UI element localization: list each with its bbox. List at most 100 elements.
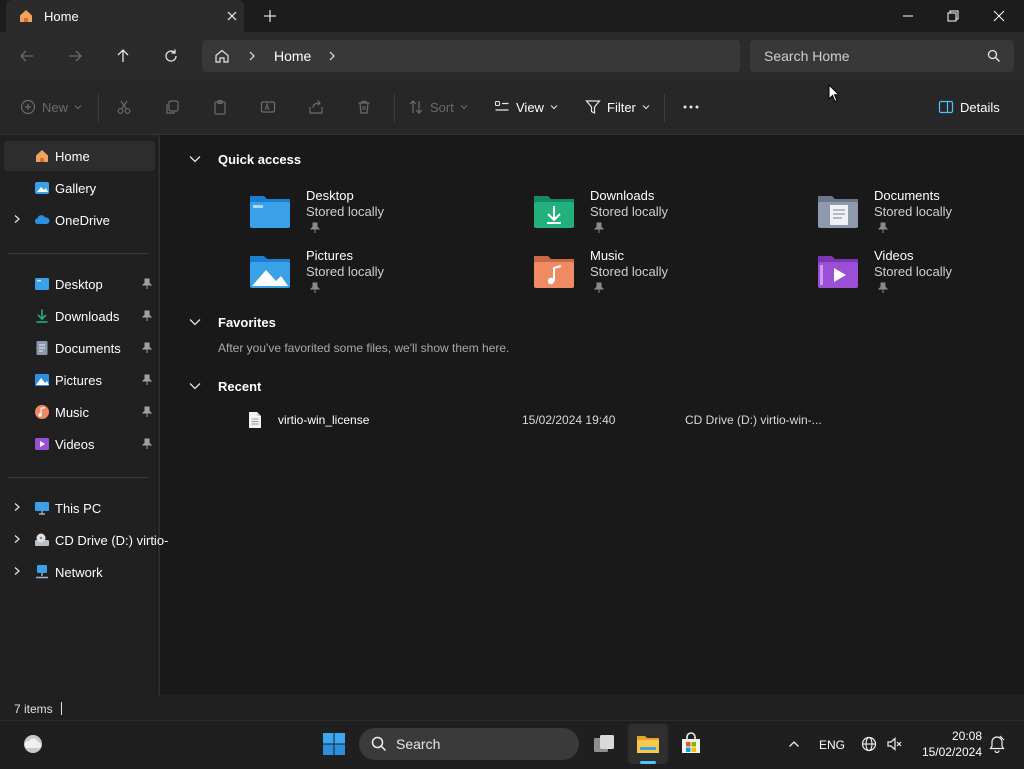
notification-bell-icon[interactable]: [988, 735, 1006, 753]
details-label: Details: [960, 99, 1000, 115]
tile-subtitle: Stored locally: [874, 264, 953, 279]
search-icon[interactable]: [987, 49, 1001, 63]
breadcrumb-home[interactable]: Home: [274, 48, 311, 64]
clock-date[interactable]: 15/02/2024: [912, 745, 982, 759]
minimize-button[interactable]: [885, 0, 931, 32]
sidebar-item-music[interactable]: Music: [4, 397, 155, 427]
rename-button[interactable]: [260, 96, 276, 118]
search-icon: [371, 736, 387, 752]
restore-button[interactable]: [930, 0, 976, 32]
chevron-right-icon[interactable]: [12, 502, 22, 512]
tile-name: Videos: [874, 248, 914, 263]
quick-access-tile-documents[interactable]: Documents Stored locally: [816, 188, 1024, 238]
home-outline-icon[interactable]: [214, 48, 230, 64]
sidebar-item-home[interactable]: Home: [4, 141, 155, 171]
weather-widget-icon[interactable]: [20, 732, 46, 756]
quick-access-tile-downloads[interactable]: Downloads Stored locally: [532, 188, 772, 238]
cut-button[interactable]: [116, 96, 132, 118]
chevron-down-icon[interactable]: [188, 381, 202, 391]
divider: [8, 253, 148, 254]
pin-icon[interactable]: [142, 438, 152, 450]
chevron-right-icon[interactable]: [246, 50, 258, 62]
more-options-button[interactable]: [682, 96, 700, 118]
sidebar-item-label: Desktop: [55, 277, 103, 292]
microsoft-store-icon[interactable]: [679, 732, 703, 756]
sidebar-item-videos[interactable]: Videos: [4, 429, 155, 459]
sidebar-item-documents[interactable]: Documents: [4, 333, 155, 363]
chevron-right-icon[interactable]: [12, 214, 22, 224]
sidebar-item-label: Gallery: [55, 181, 97, 196]
speaker-muted-icon[interactable]: [886, 736, 904, 752]
documents-folder-icon: [816, 190, 860, 230]
sidebar-item-desktop[interactable]: Desktop: [4, 269, 155, 299]
sort-button[interactable]: Sort: [408, 96, 468, 118]
tile-name: Documents: [874, 188, 940, 203]
sidebar-item-cd-drive[interactable]: CD Drive (D:) virtio-: [4, 525, 168, 555]
pin-icon[interactable]: [142, 374, 152, 386]
sidebar-item-onedrive[interactable]: OneDrive: [4, 205, 155, 235]
quick-access-tile-desktop[interactable]: Desktop Stored locally: [248, 188, 488, 238]
home-icon: [34, 148, 50, 164]
home-icon: [18, 8, 34, 24]
music-folder-icon: [532, 250, 576, 290]
close-window-button[interactable]: [976, 0, 1022, 32]
tab-home[interactable]: Home: [6, 0, 244, 32]
taskbar-search-box[interactable]: [359, 728, 579, 760]
favorites-header[interactable]: Favorites: [188, 313, 488, 333]
windows-start-icon[interactable]: [322, 732, 346, 756]
pane-splitter[interactable]: [158, 135, 160, 695]
back-arrow-icon[interactable]: [15, 44, 39, 68]
new-button[interactable]: New: [20, 96, 82, 118]
copy-button[interactable]: [164, 96, 180, 118]
sidebar-item-pictures[interactable]: Pictures: [4, 365, 155, 395]
rename-icon: [260, 101, 276, 113]
chevron-up-icon[interactable]: [788, 738, 800, 750]
chevron-right-icon[interactable]: [12, 566, 22, 576]
filter-button[interactable]: Filter: [585, 96, 650, 118]
recent-file-row[interactable]: virtio-win_license 15/02/2024 19:40 CD D…: [240, 408, 1000, 432]
clock-time[interactable]: 20:08: [930, 729, 982, 743]
pin-icon[interactable]: [142, 406, 152, 418]
forward-arrow-icon[interactable]: [63, 44, 87, 68]
pin-icon[interactable]: [142, 278, 152, 290]
up-arrow-icon[interactable]: [111, 44, 135, 68]
pin-icon[interactable]: [142, 310, 152, 322]
chevron-down-icon[interactable]: [188, 154, 202, 164]
copy-icon: [166, 100, 179, 114]
sidebar-item-this-pc[interactable]: This PC: [4, 493, 155, 523]
pin-icon[interactable]: [142, 342, 152, 354]
input-language[interactable]: ENG: [819, 738, 845, 752]
tile-subtitle: Stored locally: [590, 204, 669, 219]
sort-label: Sort: [430, 99, 454, 115]
chevron-right-icon[interactable]: [12, 534, 22, 544]
chevron-down-icon[interactable]: [188, 317, 202, 327]
share-button[interactable]: [308, 96, 324, 118]
paste-button[interactable]: [212, 96, 228, 118]
file-explorer-icon: [636, 732, 660, 756]
this-pc-icon: [34, 500, 50, 516]
quick-access-tile-pictures[interactable]: Pictures Stored locally: [248, 248, 488, 298]
delete-button[interactable]: [356, 96, 372, 118]
close-tab-icon[interactable]: [222, 6, 242, 26]
view-button[interactable]: View: [494, 96, 558, 118]
divider: [98, 94, 99, 122]
onedrive-icon: [34, 212, 50, 228]
recent-header[interactable]: Recent: [188, 377, 488, 397]
sidebar-item-gallery[interactable]: Gallery: [4, 173, 155, 203]
tile-subtitle: Stored locally: [306, 264, 385, 279]
sidebar-item-label: Documents: [55, 341, 121, 356]
quick-access-tile-videos[interactable]: Videos Stored locally: [816, 248, 1024, 298]
sidebar-item-network[interactable]: Network: [4, 557, 155, 587]
quick-access-tile-music[interactable]: Music Stored locally: [532, 248, 772, 298]
new-tab-button[interactable]: [260, 6, 280, 26]
refresh-icon[interactable]: [159, 44, 183, 68]
quick-access-header[interactable]: Quick access: [188, 150, 488, 170]
network-globe-icon[interactable]: [861, 736, 877, 752]
address-bar[interactable]: Home: [202, 40, 740, 72]
details-button[interactable]: Details: [938, 96, 1000, 118]
chevron-right-icon[interactable]: [326, 50, 338, 62]
sidebar-item-downloads[interactable]: Downloads: [4, 301, 155, 331]
network-icon: [34, 564, 50, 580]
tile-name: Music: [590, 248, 624, 263]
task-view-icon[interactable]: [592, 732, 616, 756]
